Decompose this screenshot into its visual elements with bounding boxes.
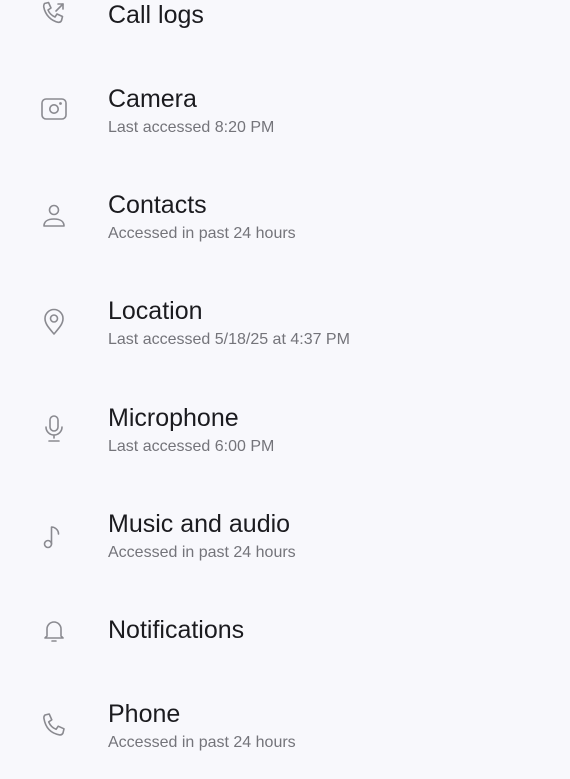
microphone-icon <box>38 413 70 445</box>
permission-item-phone[interactable]: Phone Accessed in past 24 hours <box>0 699 570 779</box>
bell-icon <box>38 615 70 647</box>
permission-item-contacts[interactable]: Contacts Accessed in past 24 hours <box>0 190 570 270</box>
call-log-icon <box>38 0 70 30</box>
phone-icon <box>38 709 70 741</box>
permission-item-microphone[interactable]: Microphone Last accessed 6:00 PM <box>0 403 570 483</box>
permission-title: Phone <box>108 700 181 728</box>
permission-subtitle: Accessed in past 24 hours <box>108 225 296 242</box>
permission-subtitle: Last accessed 6:00 PM <box>108 438 275 455</box>
permission-subtitle: Last accessed 5/18/25 at 4:37 PM <box>108 331 350 348</box>
permission-item-call-logs[interactable]: Call logs <box>0 0 570 80</box>
permission-item-camera[interactable]: Camera Last accessed 8:20 PM <box>0 84 570 164</box>
permission-title: Location <box>108 297 203 325</box>
permission-title: Contacts <box>108 191 207 219</box>
permissions-list: Call logs Camera Last accessed 8:20 PM C… <box>0 0 570 770</box>
permission-item-location[interactable]: Location Last accessed 5/18/25 at 4:37 P… <box>0 296 570 376</box>
permission-subtitle: Last accessed 8:20 PM <box>108 119 275 136</box>
permission-item-notifications[interactable]: Notifications <box>0 615 570 695</box>
camera-icon <box>38 93 70 125</box>
permission-item-music-and-audio[interactable]: Music and audio Accessed in past 24 hour… <box>0 509 570 589</box>
permission-title: Microphone <box>108 404 239 432</box>
permission-title: Call logs <box>108 1 204 29</box>
permission-title: Camera <box>108 85 197 113</box>
permission-subtitle: Accessed in past 24 hours <box>108 544 296 561</box>
permission-title: Notifications <box>108 616 245 644</box>
permission-title: Music and audio <box>108 510 291 538</box>
person-icon <box>38 200 70 232</box>
permission-subtitle: Accessed in past 24 hours <box>108 734 296 751</box>
location-pin-icon <box>38 306 70 338</box>
music-note-icon <box>38 521 70 553</box>
